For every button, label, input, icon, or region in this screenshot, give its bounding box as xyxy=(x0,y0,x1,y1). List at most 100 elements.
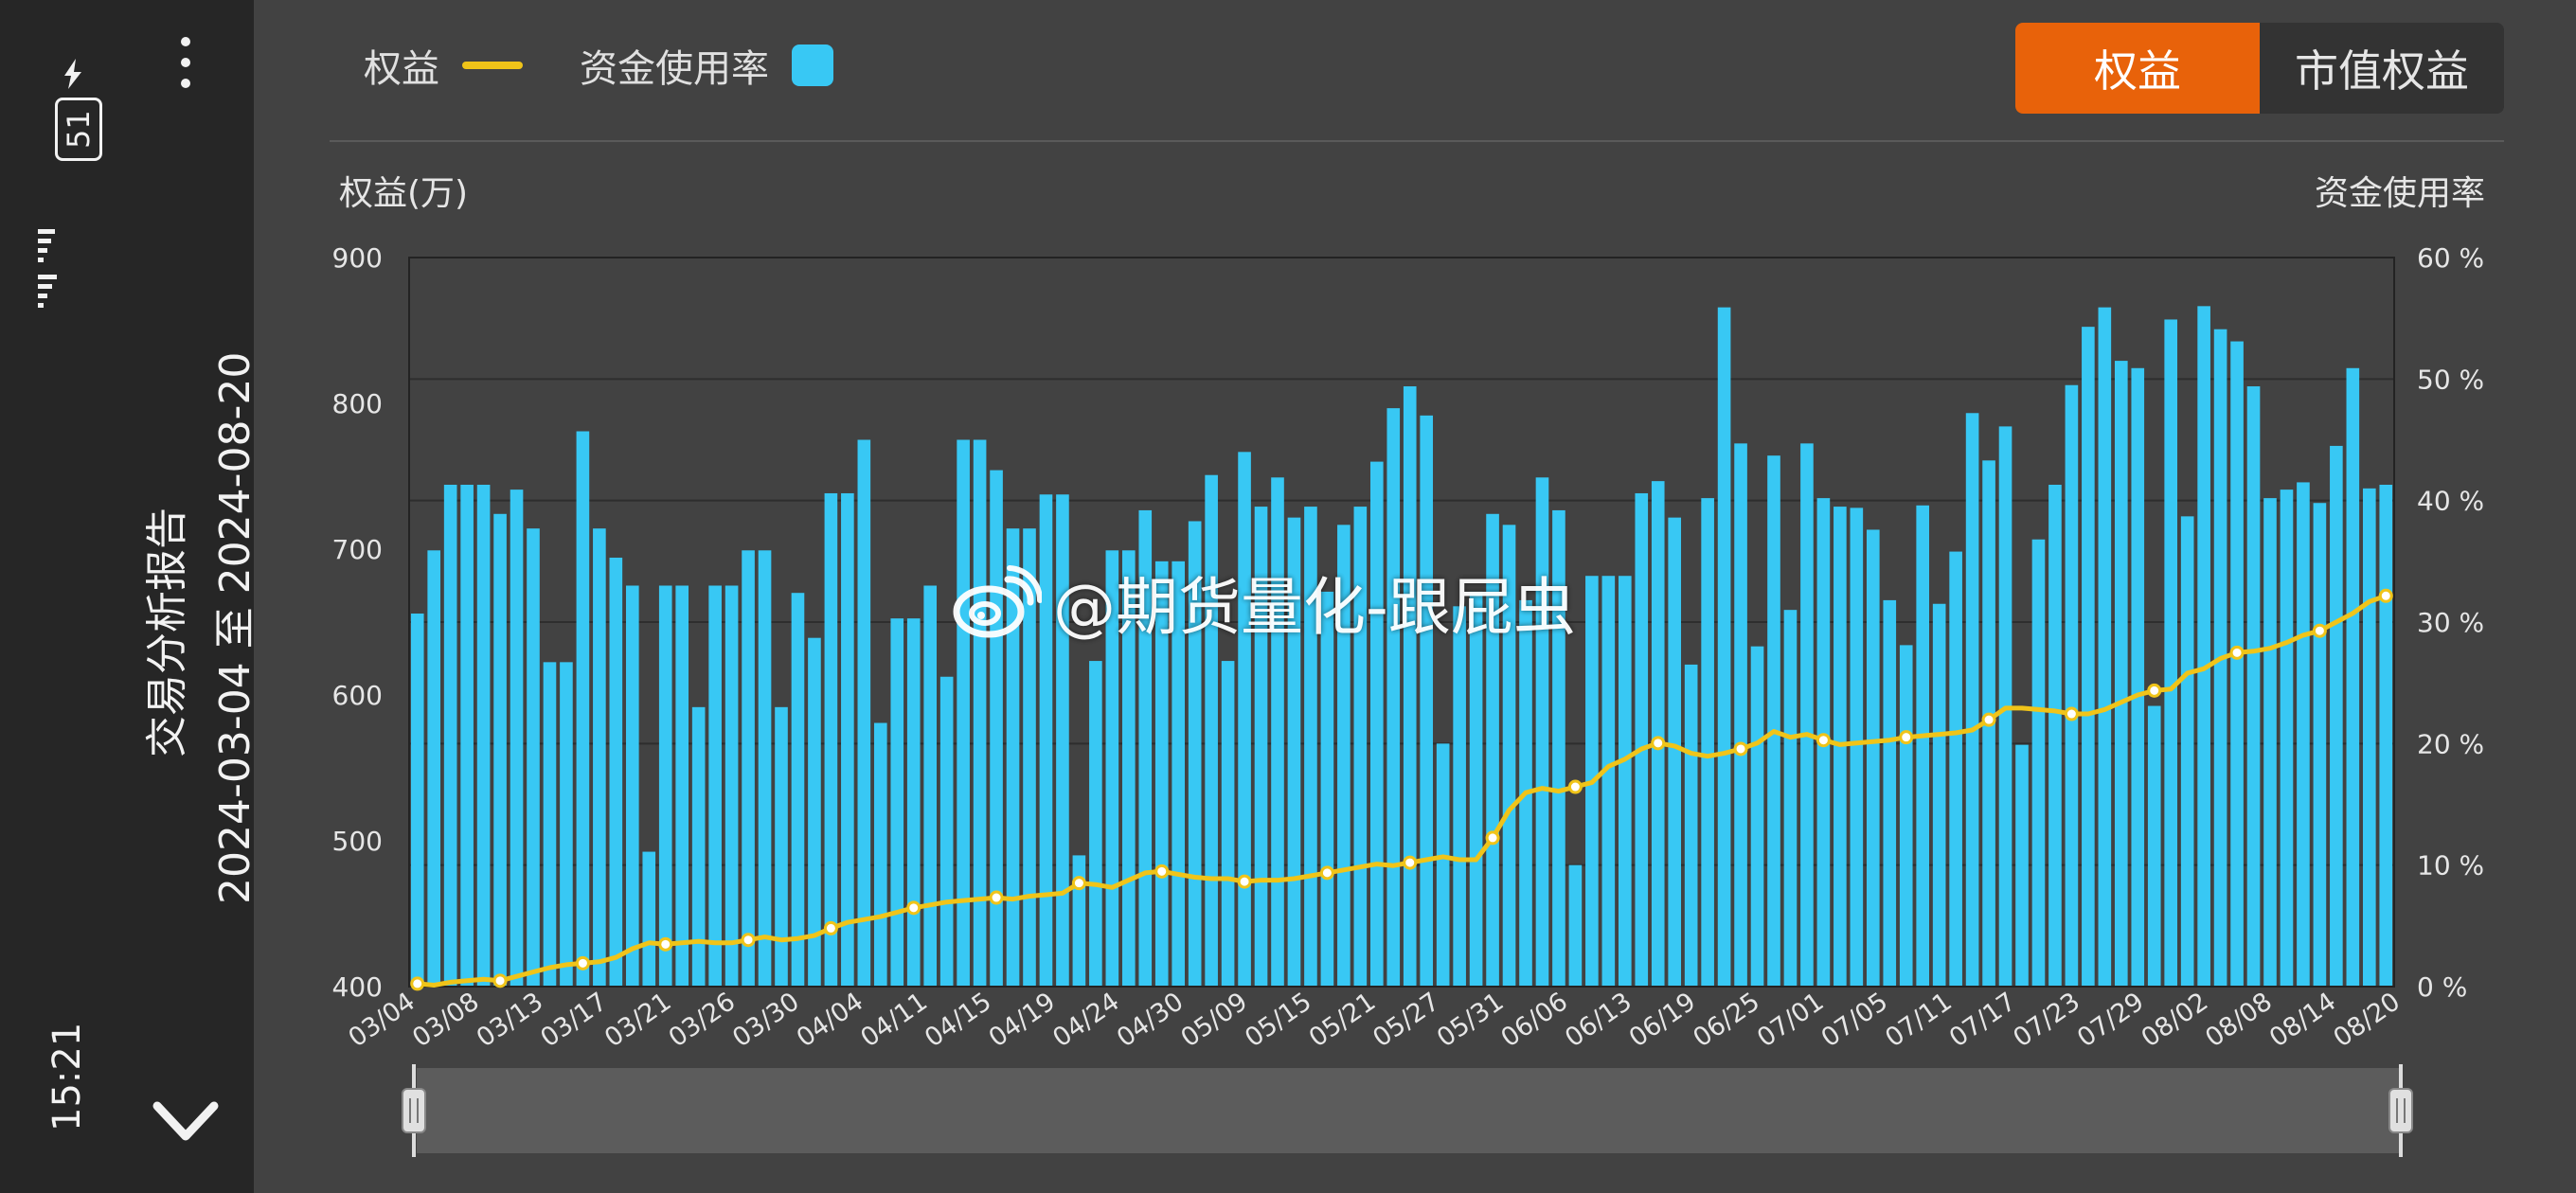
usage-bar xyxy=(1072,855,1086,987)
usage-bar xyxy=(1436,743,1450,987)
usage-bar xyxy=(2131,367,2145,987)
usage-bar xyxy=(1651,481,1665,988)
x-axis-tick: 08/20 xyxy=(2328,987,2406,1053)
usage-bar xyxy=(1568,864,1583,987)
x-axis-tick: 07/11 xyxy=(1880,987,1958,1053)
x-axis-tick: 03/21 xyxy=(599,987,677,1053)
x-axis-tick: 05/21 xyxy=(1304,987,1382,1053)
usage-bar xyxy=(1750,646,1764,987)
x-axis-tick: 05/31 xyxy=(1432,987,1510,1053)
equity-marker xyxy=(1154,864,1170,879)
usage-bar xyxy=(1717,307,1731,987)
usage-bar xyxy=(1221,661,1235,987)
usage-bar xyxy=(2246,386,2261,987)
x-axis-tick: 03/13 xyxy=(472,987,549,1053)
usage-bar xyxy=(2230,341,2244,987)
usage-bar xyxy=(990,470,1003,987)
equity-marker xyxy=(989,890,1004,905)
usage-bar xyxy=(742,550,755,987)
x-axis-tick: 05/15 xyxy=(1240,987,1317,1053)
usage-bar xyxy=(2280,490,2294,987)
x-axis-tick: 06/19 xyxy=(1624,987,1702,1053)
x-axis-tick: 07/01 xyxy=(1752,987,1830,1053)
usage-bar xyxy=(1238,452,1251,987)
usage-bar xyxy=(2197,306,2210,987)
equity-marker xyxy=(2378,588,2393,603)
right-axis-tick: 0 % xyxy=(2417,971,2467,1003)
x-axis-tick: 04/24 xyxy=(1047,987,1125,1053)
equity-marker xyxy=(1071,876,1086,891)
usage-bar xyxy=(906,618,921,987)
equity-marker xyxy=(1816,733,1831,748)
usage-bar xyxy=(890,618,904,987)
usage-bar xyxy=(2114,361,2128,987)
usage-bar xyxy=(2313,503,2327,987)
usage-bar xyxy=(510,490,524,987)
usage-bar xyxy=(1932,603,1946,987)
usage-bar xyxy=(1386,408,1401,988)
right-axis-tick: 10 % xyxy=(2417,850,2484,881)
usage-bar xyxy=(1899,645,1913,987)
usage-bar xyxy=(527,528,540,987)
usage-bar xyxy=(758,550,772,987)
usage-bar xyxy=(1453,606,1466,987)
usage-bar xyxy=(824,492,838,987)
usage-bar xyxy=(724,585,739,987)
x-axis-tick: 05/27 xyxy=(1368,987,1445,1053)
left-axis-tick: 700 xyxy=(332,534,383,565)
usage-bar xyxy=(2164,319,2178,987)
equity-marker xyxy=(410,976,425,991)
usage-bar xyxy=(775,706,788,987)
x-axis-tick: 04/04 xyxy=(792,987,869,1053)
usage-bar xyxy=(1369,461,1384,988)
usage-bar xyxy=(1767,455,1780,987)
equity-marker xyxy=(658,936,673,952)
equity-marker xyxy=(1403,855,1418,870)
x-axis-tick: 07/29 xyxy=(2072,987,2150,1053)
right-axis-tick: 20 % xyxy=(2417,728,2484,759)
x-axis-tick: 07/05 xyxy=(1816,987,1894,1053)
usage-bar xyxy=(576,431,590,987)
x-axis-tick: 03/26 xyxy=(664,987,742,1053)
usage-bar xyxy=(443,484,457,987)
equity-marker xyxy=(492,973,508,988)
equity-marker xyxy=(1485,830,1500,846)
usage-bar xyxy=(642,851,656,987)
x-axis-tick: 07/23 xyxy=(2008,987,2085,1053)
usage-bar xyxy=(1734,443,1747,988)
usage-bar xyxy=(476,484,491,987)
x-axis-tick: 03/30 xyxy=(727,987,805,1053)
usage-bar xyxy=(1850,507,1864,987)
usage-bar xyxy=(2082,327,2095,987)
x-axis-tick: 04/15 xyxy=(920,987,997,1053)
usage-bar xyxy=(708,585,722,987)
equity-marker xyxy=(1981,712,1996,727)
usage-bar xyxy=(543,662,557,987)
usage-bar xyxy=(410,614,424,987)
equity-marker xyxy=(823,920,838,935)
equity-marker xyxy=(1567,779,1583,794)
range-slider-right-handle[interactable] xyxy=(2388,1088,2413,1133)
range-slider-track xyxy=(417,1068,2402,1153)
usage-bar xyxy=(2180,516,2194,987)
x-axis-tick: 03/17 xyxy=(535,987,613,1053)
usage-bar xyxy=(1618,576,1632,987)
usage-bar xyxy=(675,585,689,987)
usage-bar xyxy=(1089,661,1102,987)
usage-bar xyxy=(2362,488,2376,987)
range-slider-left-handle[interactable] xyxy=(402,1088,426,1133)
usage-bar xyxy=(2330,445,2343,988)
usage-bar xyxy=(1601,576,1616,987)
usage-bar xyxy=(560,662,573,987)
x-axis-tick: 03/08 xyxy=(407,987,485,1053)
x-axis-tick: 04/11 xyxy=(855,987,933,1053)
usage-bar xyxy=(2263,498,2277,987)
usage-bar xyxy=(1916,505,1930,987)
usage-bar xyxy=(2031,539,2046,987)
x-axis-tick: 06/13 xyxy=(1560,987,1637,1053)
usage-bar xyxy=(939,676,954,987)
left-axis-tick: 400 xyxy=(332,971,383,1003)
usage-bar xyxy=(1271,477,1284,987)
usage-bar xyxy=(1965,413,1979,987)
usage-bar xyxy=(2297,482,2310,988)
